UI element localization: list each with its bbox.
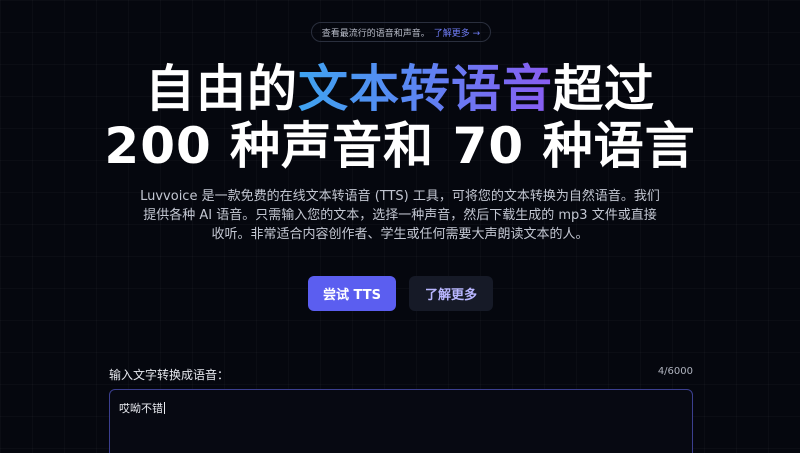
text-caret bbox=[164, 402, 165, 414]
announcement-text: 查看最流行的语音和声音。 bbox=[321, 28, 430, 39]
description-line-2: 提供各种 AI 语音。只需输入您的文本，选择一种声音，然后下载生成的 mp3 文… bbox=[143, 208, 657, 223]
announcement-learn-more-link[interactable]: 了解更多 → bbox=[434, 26, 480, 39]
hero-title-line1: 自由的文本转语音超过 bbox=[0, 60, 800, 118]
hero-title-highlight: 文本转语音 bbox=[298, 60, 553, 118]
tts-text-input[interactable]: 哎呦不错 bbox=[109, 389, 693, 453]
character-count: 4/6000 bbox=[657, 366, 693, 377]
learn-more-button[interactable]: 了解更多 bbox=[409, 276, 493, 311]
description-line-1: Luvvoice 是一款免费的在线文本转语音 (TTS) 工具，可将您的文本转换… bbox=[140, 189, 660, 204]
hero-description: Luvvoice 是一款免费的在线文本转语音 (TTS) 工具，可将您的文本转换… bbox=[140, 187, 660, 244]
hero-title-line2: 200 种声音和 70 种语言 bbox=[104, 117, 696, 175]
hero-title-post: 超过 bbox=[553, 60, 655, 118]
landing-page: 查看最流行的语音和声音。 了解更多 → 自由的文本转语音超过 200 种声音和 … bbox=[0, 0, 800, 453]
try-tts-button[interactable]: 尝试 TTS bbox=[308, 276, 396, 311]
announcement-pill[interactable]: 查看最流行的语音和声音。 了解更多 → bbox=[311, 22, 491, 42]
text-input-label: 输入文字转换成语音： bbox=[109, 368, 230, 382]
hero-title-pre: 自由的 bbox=[145, 60, 298, 118]
tts-text-value: 哎呦不错 bbox=[119, 402, 163, 415]
description-line-3: 收听。非常适合内容创作者、学生或任何需要大声朗读文本的人。 bbox=[211, 227, 589, 242]
